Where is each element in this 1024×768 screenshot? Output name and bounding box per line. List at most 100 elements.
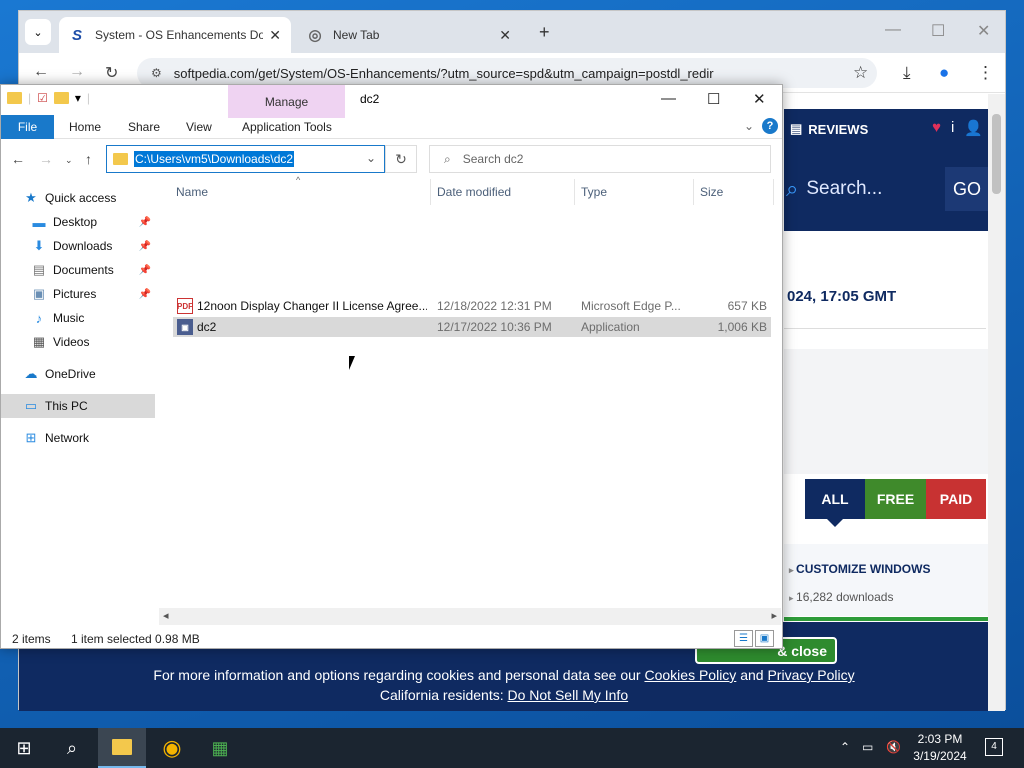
maximize-icon[interactable]: ☐ (931, 21, 945, 41)
minimize-icon[interactable]: — (885, 21, 901, 39)
nav-this-pc[interactable]: ▭ This PC (1, 394, 155, 418)
nav-label: Pictures (53, 287, 97, 301)
horizontal-scrollbar[interactable]: ◂ ▸ (159, 608, 781, 625)
nav-desktop[interactable]: ▬ Desktop 📌 (31, 211, 155, 233)
file-row[interactable]: PDF 12noon Display Changer II License Ag… (173, 296, 771, 316)
back-icon[interactable]: ← (11, 151, 25, 167)
search-input[interactable]: ⌕ Search dc2 (429, 145, 771, 173)
green-bar (784, 617, 989, 621)
address-bar[interactable]: C:\Users\vm5\Downloads\dc2 ⌄ (106, 145, 385, 173)
expand-ribbon-icon[interactable]: ⌄ (744, 119, 754, 133)
folder-icon (7, 92, 22, 104)
tab-all[interactable]: ALL (805, 479, 865, 519)
tab-view[interactable]: View (186, 120, 212, 134)
start-button[interactable]: ⊞ (0, 728, 48, 768)
tab-file[interactable]: File (1, 115, 54, 139)
close-tab-icon[interactable]: ✕ (269, 27, 281, 44)
new-tab-button[interactable]: + (539, 22, 550, 43)
recent-locations-icon[interactable]: ⌄ (65, 155, 73, 166)
tab-search-button[interactable]: ⌄ (25, 19, 51, 45)
nav-pictures[interactable]: ▣ Pictures 📌 (31, 283, 155, 305)
tab-application-tools[interactable]: Application Tools (242, 120, 332, 134)
new-folder-icon[interactable] (53, 92, 69, 104)
reload-icon[interactable]: ↻ (105, 63, 118, 83)
volume-muted-icon[interactable]: 🔇 (886, 740, 901, 754)
menu-icon[interactable]: ⋮ (977, 63, 994, 83)
address-path[interactable]: C:\Users\vm5\Downloads\dc2 (134, 151, 295, 167)
tab-softpedia[interactable]: S System - OS Enhancements Do ✕ (59, 17, 291, 53)
do-not-sell-link[interactable]: Do Not Sell My Info (508, 687, 629, 703)
scrollbar-thumb[interactable] (992, 114, 1001, 194)
properties-icon[interactable]: ☑ (37, 91, 48, 105)
page-scrollbar[interactable] (988, 94, 1005, 711)
scroll-left-icon[interactable]: ◂ (163, 609, 169, 622)
nav-videos[interactable]: ▦ Videos (31, 331, 155, 353)
help-icon[interactable]: ? (762, 118, 778, 134)
softpedia-favicon-icon: S (71, 26, 82, 44)
address-dropdown-icon[interactable]: ⌄ (366, 151, 376, 165)
tab-new-tab[interactable]: ◎ New Tab ✕ (297, 17, 521, 53)
nav-onedrive[interactable]: ☁ OneDrive (23, 363, 155, 385)
show-hidden-icons-icon[interactable]: ⌃ (840, 740, 850, 754)
column-divider[interactable] (574, 179, 575, 205)
scroll-right-icon[interactable]: ▸ (771, 609, 777, 622)
clock[interactable]: 2:03 PM 3/19/2024 (900, 731, 980, 765)
navigation-pane: ★ Quick access ▬ Desktop 📌 ⬇ Downloads 📌 ▤ Doc… (1, 179, 155, 619)
nav-documents[interactable]: ▤ Documents 📌 (31, 259, 155, 281)
file-explorer-taskbar-button[interactable] (98, 728, 146, 768)
manage-context-tab[interactable]: Manage (228, 85, 345, 118)
tab-free[interactable]: FREE (865, 479, 926, 519)
forward-icon[interactable]: → (39, 151, 53, 167)
maximize-icon[interactable]: ☐ (707, 90, 720, 108)
tab-paid[interactable]: PAID (926, 479, 986, 519)
nav-music[interactable]: ♪ Music (31, 307, 155, 329)
minimize-icon[interactable]: — (661, 90, 676, 107)
column-divider[interactable] (693, 179, 694, 205)
tab-home[interactable]: Home (69, 120, 101, 134)
file-date: 12/18/2022 12:31 PM (437, 299, 552, 313)
site-search-input[interactable]: Search... (806, 178, 945, 200)
user-icon[interactable]: 👤 (964, 119, 983, 137)
file-row[interactable]: ▣ dc2 12/17/2022 10:36 PM Application 1,… (173, 317, 771, 337)
column-type[interactable]: Type (581, 185, 607, 199)
column-date-modified[interactable]: Date modified (437, 185, 511, 199)
network-status-icon[interactable]: ▭ (862, 740, 873, 754)
category-link[interactable]: ▸ CUSTOMIZE WINDOWS (789, 562, 930, 576)
info-icon[interactable]: i (951, 119, 954, 137)
nav-quick-access[interactable]: ★ Quick access (23, 187, 155, 209)
selection-info: 1 item selected 0.98 MB (71, 632, 200, 646)
close-icon[interactable]: ✕ (753, 90, 766, 108)
qat-dropdown-icon[interactable]: ▾ (75, 91, 81, 105)
desktop-icon: ▬ (32, 214, 46, 230)
nav-network[interactable]: ⊞ Network (23, 427, 155, 449)
refresh-button[interactable]: ↻ (385, 145, 417, 173)
store-taskbar-button[interactable]: ▦ (196, 728, 244, 768)
column-divider[interactable] (773, 179, 774, 205)
up-icon[interactable]: ↑ (85, 151, 92, 167)
details-view-icon[interactable]: ☰ (734, 630, 753, 647)
tab-share[interactable]: Share (128, 120, 160, 134)
large-icons-view-icon[interactable]: ▣ (755, 630, 774, 647)
download-icon[interactable]: ⤓ (903, 63, 911, 83)
nav-downloads[interactable]: ⬇ Downloads 📌 (31, 235, 155, 257)
back-icon[interactable]: ← (33, 63, 49, 81)
heart-icon[interactable]: ♥ (932, 119, 941, 137)
reviews-link[interactable]: ▤ REVIEWS (790, 121, 868, 137)
nav-label: Network (45, 431, 90, 445)
star-icon: ★ (25, 190, 37, 205)
notification-center-icon[interactable]: 4 (985, 738, 1003, 756)
go-button[interactable]: GO (945, 167, 989, 211)
profile-icon[interactable]: ● (939, 63, 949, 83)
close-window-icon[interactable]: ✕ (977, 21, 990, 41)
column-divider[interactable] (430, 179, 431, 205)
search-button[interactable]: ⌕ (48, 728, 96, 768)
column-name[interactable]: Name (176, 185, 208, 199)
close-tab-icon[interactable]: ✕ (499, 27, 511, 44)
chrome-taskbar-button[interactable]: ◉ (148, 728, 196, 768)
site-info-icon[interactable]: ⚙ (151, 66, 162, 80)
column-size[interactable]: Size (700, 185, 723, 199)
bookmark-star-icon[interactable]: ☆ (853, 63, 868, 83)
forward-icon[interactable]: → (69, 63, 85, 81)
cookies-policy-link[interactable]: Cookies Policy (644, 667, 736, 683)
privacy-policy-link[interactable]: Privacy Policy (767, 667, 854, 683)
